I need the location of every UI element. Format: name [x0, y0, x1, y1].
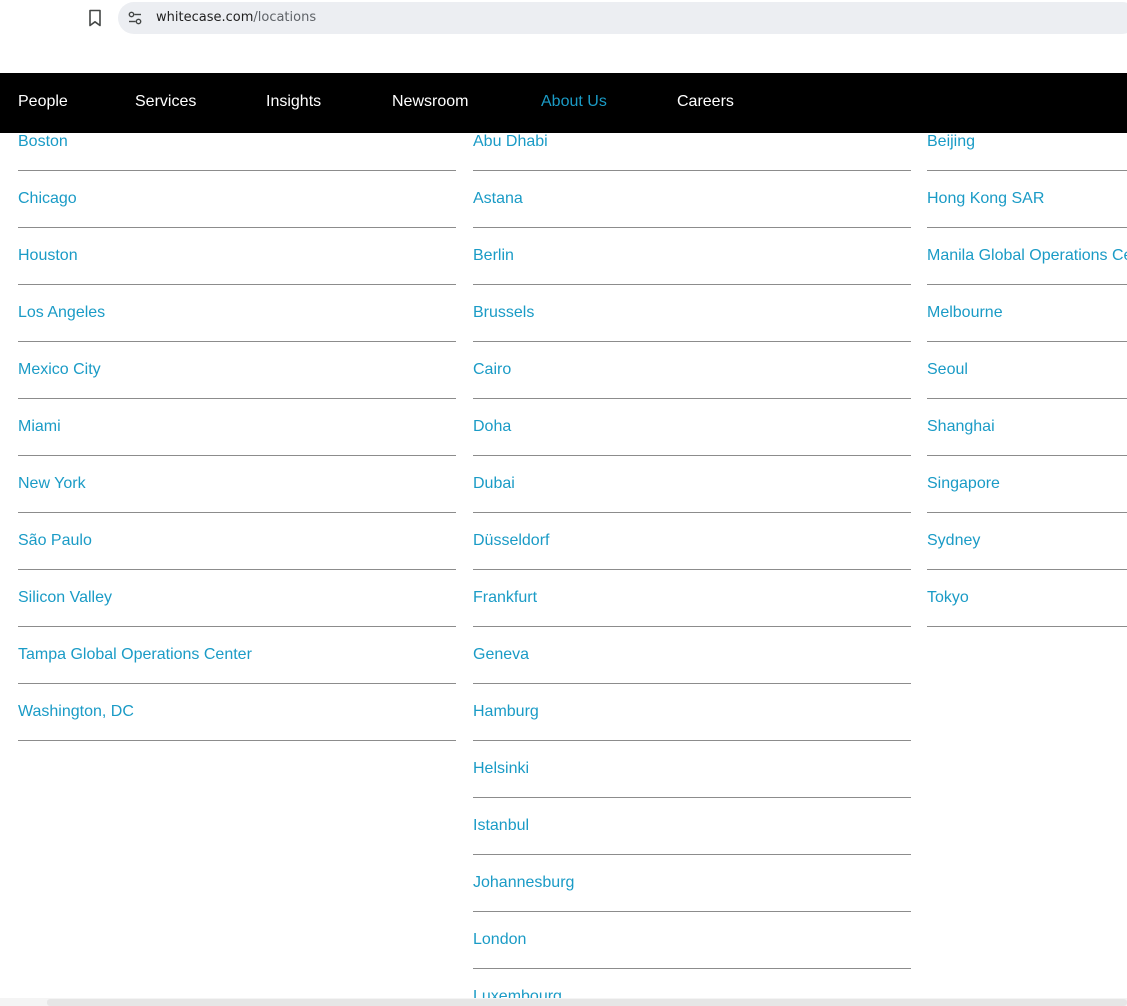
location-link-manila-global-operations-center[interactable]: Manila Global Operations Center: [927, 247, 1127, 265]
location-link-johannesburg[interactable]: Johannesburg: [473, 874, 574, 892]
url-text[interactable]: whitecase.com/locations: [156, 10, 316, 25]
nav-item-newsroom[interactable]: Newsroom: [392, 93, 468, 111]
location-link-melbourne[interactable]: Melbourne: [927, 304, 1003, 322]
url-host: whitecase.com: [156, 10, 254, 25]
location-item: Manila Global Operations Center: [927, 228, 1127, 285]
location-item: Mexico City: [18, 342, 456, 399]
location-item: Geneva: [473, 627, 911, 684]
location-link-frankfurt[interactable]: Frankfurt: [473, 589, 537, 607]
location-column-2: Abu Dhabi Astana Berlin Brussels Cairo Doha Du…: [473, 114, 911, 998]
address-bar[interactable]: whitecase.com/locations: [118, 2, 1127, 34]
location-link-sydney[interactable]: Sydney: [927, 532, 980, 550]
url-path: /locations: [253, 10, 317, 25]
location-link-cairo[interactable]: Cairo: [473, 361, 511, 379]
location-item: Düsseldorf: [473, 513, 911, 570]
nav-item-careers[interactable]: Careers: [677, 93, 734, 111]
location-link-seoul[interactable]: Seoul: [927, 361, 968, 379]
location-item: Shanghai: [927, 399, 1127, 456]
location-item: Houston: [18, 228, 456, 285]
location-link-dusseldorf[interactable]: Düsseldorf: [473, 532, 549, 550]
location-link-beijing[interactable]: Beijing: [927, 133, 975, 151]
location-link-london[interactable]: London: [473, 931, 526, 949]
nav-item-about-us[interactable]: About Us: [541, 93, 607, 111]
location-item: Melbourne: [927, 285, 1127, 342]
location-link-shanghai[interactable]: Shanghai: [927, 418, 995, 436]
location-item: Tokyo: [927, 570, 1127, 627]
location-link-miami[interactable]: Miami: [18, 418, 61, 436]
browser-toolbar: whitecase.com/locations: [0, 0, 1127, 40]
nav-item-people[interactable]: People: [18, 93, 68, 111]
location-item: Doha: [473, 399, 911, 456]
location-link-abu-dhabi[interactable]: Abu Dhabi: [473, 133, 548, 151]
location-item: São Paulo: [18, 513, 456, 570]
location-item: Los Angeles: [18, 285, 456, 342]
location-item: Berlin: [473, 228, 911, 285]
location-link-los-angeles[interactable]: Los Angeles: [18, 304, 105, 322]
location-link-hong-kong-sar[interactable]: Hong Kong SAR: [927, 190, 1044, 208]
location-item: Sydney: [927, 513, 1127, 570]
location-link-mexico-city[interactable]: Mexico City: [18, 361, 101, 379]
location-item: Helsinki: [473, 741, 911, 798]
location-link-tampa-global-operations-center[interactable]: Tampa Global Operations Center: [18, 646, 252, 664]
tune-icon[interactable]: [124, 7, 146, 29]
location-item: Astana: [473, 171, 911, 228]
location-link-houston[interactable]: Houston: [18, 247, 78, 265]
location-item: Brussels: [473, 285, 911, 342]
location-link-chicago[interactable]: Chicago: [18, 190, 77, 208]
nav-item-services[interactable]: Services: [135, 93, 196, 111]
location-link-doha[interactable]: Doha: [473, 418, 511, 436]
location-item: Dubai: [473, 456, 911, 513]
location-link-brussels[interactable]: Brussels: [473, 304, 534, 322]
location-link-dubai[interactable]: Dubai: [473, 475, 515, 493]
horizontal-scrollbar[interactable]: [0, 998, 1127, 1006]
location-link-astana[interactable]: Astana: [473, 190, 523, 208]
location-link-boston[interactable]: Boston: [18, 133, 68, 151]
location-item: Tampa Global Operations Center: [18, 627, 456, 684]
location-item: Chicago: [18, 171, 456, 228]
location-link-geneva[interactable]: Geneva: [473, 646, 529, 664]
location-item: Seoul: [927, 342, 1127, 399]
location-item: Silicon Valley: [18, 570, 456, 627]
location-link-singapore[interactable]: Singapore: [927, 475, 1000, 493]
location-column-3: Beijing Hong Kong SAR Manila Global Operat…: [927, 114, 1127, 627]
location-item: Cairo: [473, 342, 911, 399]
horizontal-scrollbar-thumb[interactable]: [47, 999, 1127, 1006]
location-item: Singapore: [927, 456, 1127, 513]
location-link-helsinki[interactable]: Helsinki: [473, 760, 529, 778]
location-link-berlin[interactable]: Berlin: [473, 247, 514, 265]
location-item: Luxembourg: [473, 969, 911, 998]
location-item: Hamburg: [473, 684, 911, 741]
location-item: Johannesburg: [473, 855, 911, 912]
location-link-sao-paulo[interactable]: São Paulo: [18, 532, 92, 550]
location-item: London: [473, 912, 911, 969]
location-item: New York: [18, 456, 456, 513]
location-link-new-york[interactable]: New York: [18, 475, 86, 493]
location-item: Hong Kong SAR: [927, 171, 1127, 228]
location-link-istanbul[interactable]: Istanbul: [473, 817, 529, 835]
location-link-luxembourg[interactable]: Luxembourg: [473, 988, 562, 998]
bookmark-icon[interactable]: [84, 7, 106, 29]
location-link-silicon-valley[interactable]: Silicon Valley: [18, 589, 112, 607]
location-item: Istanbul: [473, 798, 911, 855]
locations-list: Boston Chicago Houston Los Angeles Mexico Ci…: [0, 114, 1127, 998]
location-item: Frankfurt: [473, 570, 911, 627]
location-link-hamburg[interactable]: Hamburg: [473, 703, 539, 721]
location-link-tokyo[interactable]: Tokyo: [927, 589, 969, 607]
main-navigation: People Services Insights Newsroom About Us Ca…: [0, 73, 1127, 133]
location-item: Washington, DC: [18, 684, 456, 741]
location-item: Miami: [18, 399, 456, 456]
location-column-1: Boston Chicago Houston Los Angeles Mexico Ci…: [18, 114, 456, 741]
nav-item-insights[interactable]: Insights: [266, 93, 321, 111]
location-link-washington-dc[interactable]: Washington, DC: [18, 703, 134, 721]
